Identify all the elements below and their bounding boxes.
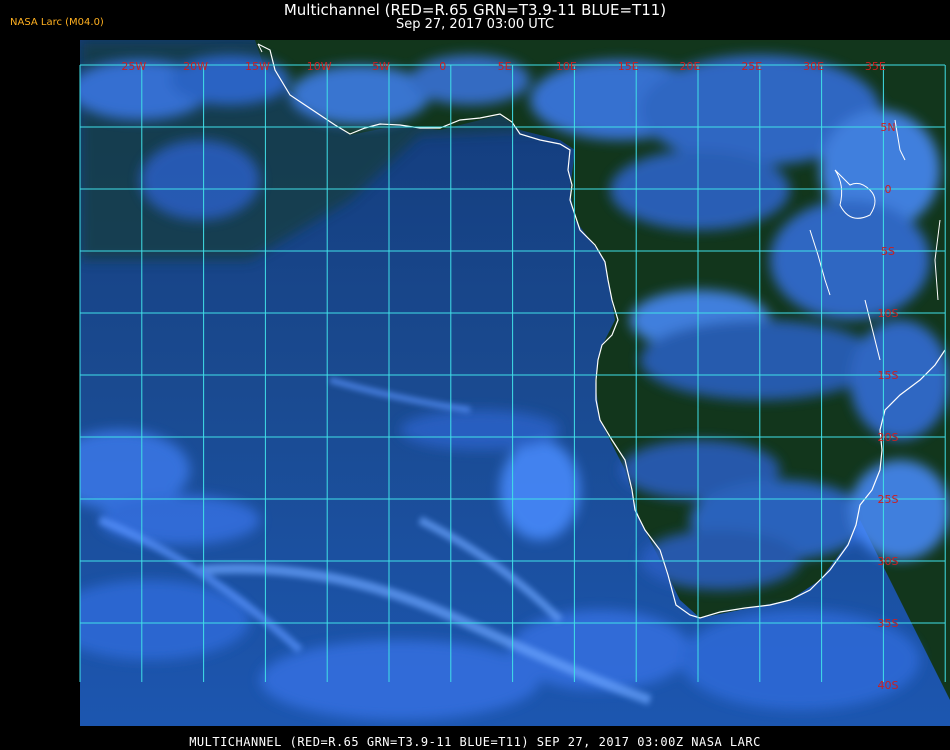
longitude-label: 0 <box>439 60 446 73</box>
latitude-label: 35S <box>878 617 899 630</box>
longitude-label: 20W <box>183 60 208 73</box>
latitude-label: 5N <box>880 121 895 134</box>
latitude-label: 25S <box>878 493 899 506</box>
latitude-label: 0 <box>885 183 892 196</box>
latitude-label: 40S <box>878 679 899 692</box>
longitude-label: 30E <box>803 60 824 73</box>
latitude-label: 10S <box>878 307 899 320</box>
longitude-label: 15W <box>245 60 270 73</box>
latitude-label: 30S <box>878 555 899 568</box>
latitude-label: 5S <box>881 245 895 258</box>
longitude-label: 25W <box>121 60 146 73</box>
latitude-label: 20S <box>878 431 899 444</box>
longitude-label: 20E <box>680 60 701 73</box>
longitude-label: 5W <box>372 60 390 73</box>
satellite-map: 25W 20W 15W 10W 5W 0 5E 10E 15E 20E 25E 30E 35E 5N 0 5S… <box>79 40 950 726</box>
longitude-label: 35E <box>865 60 886 73</box>
longitude-label: 15E <box>618 60 639 73</box>
longitude-label: 25E <box>741 60 762 73</box>
map-datetime: Sep 27, 2017 03:00 UTC <box>395 17 555 32</box>
source-badge: NASA Larc (M04.0) <box>10 17 104 28</box>
longitude-label: 10W <box>307 60 332 73</box>
latitude-label: 15S <box>878 369 899 382</box>
longitude-label: 5E <box>498 60 512 73</box>
footer-caption: MULTICHANNEL (RED=R.65 GRN=T3.9-11 BLUE=… <box>189 735 761 749</box>
longitude-label: 10E <box>556 60 577 73</box>
